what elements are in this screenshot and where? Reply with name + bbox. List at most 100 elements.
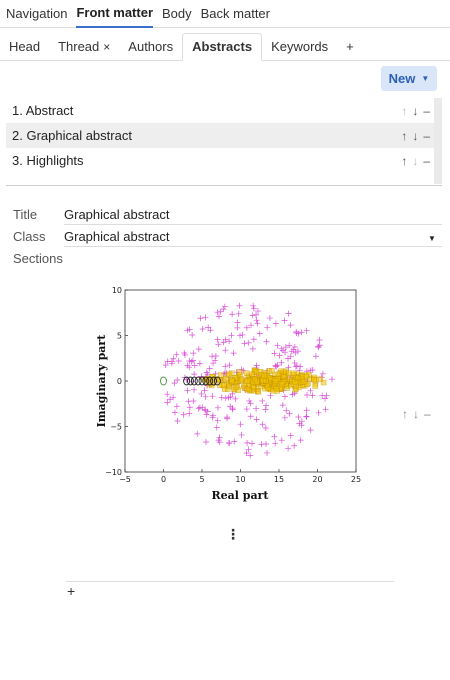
remove-icon[interactable]: – [424,407,431,421]
data-point [259,397,266,404]
data-point [239,376,245,382]
more-options-icon[interactable]: ⋮ [226,526,240,543]
subtab-thread[interactable]: Thread × [49,34,119,60]
data-point [229,378,235,384]
data-point [203,438,210,445]
data-point [271,433,278,440]
x-tick-label: 25 [351,475,361,484]
data-point [286,410,293,417]
data-point [292,379,298,385]
list-item[interactable]: 3. Highlights ↑ ↓ – [6,148,434,173]
data-point [214,336,221,343]
y-tick-label: 5 [117,332,122,341]
data-point [272,440,279,447]
data-point [236,332,243,339]
data-point [262,424,269,431]
move-up-icon[interactable]: ↑ [401,129,407,143]
data-point [229,311,236,318]
data-point [281,414,288,421]
y-tick-label: −10 [105,468,122,477]
x-tick-label: 0 [161,475,166,484]
data-point [226,371,233,377]
data-point [315,409,322,416]
data-point [215,341,222,348]
remove-icon[interactable]: – [423,154,430,168]
data-point [311,377,317,383]
list-item[interactable]: 2. Graphical abstract ↑ ↓ – [6,123,434,148]
add-tab-icon[interactable]: + [337,34,363,60]
y-axis-label: Imaginary part [96,334,108,428]
data-point [218,394,225,401]
class-select[interactable]: Graphical abstract [64,229,170,244]
abstract-list-scrollbar[interactable] [434,98,442,184]
data-point [253,416,260,423]
section-controls: ↑ ↓ – [402,407,431,421]
data-point [190,376,198,386]
data-point [256,330,263,337]
data-point [303,413,310,420]
data-point [215,313,222,320]
add-section-button[interactable]: + [67,583,75,599]
x-tick-label: 5 [199,475,204,484]
data-point [250,302,257,309]
data-point [275,371,282,378]
remove-icon[interactable]: – [423,104,430,118]
tab-front-matter[interactable]: Front matter [76,0,153,28]
subtab-keywords[interactable]: Keywords [262,34,337,60]
data-point [239,331,246,338]
data-point [263,402,270,409]
move-down-icon[interactable]: ↓ [412,104,418,118]
subtab-head[interactable]: Head [0,34,49,60]
data-point [202,314,209,321]
move-up-icon[interactable]: ↑ [401,154,407,168]
data-point [261,373,267,380]
data-point [303,391,310,398]
tab-body[interactable]: Body [162,1,192,27]
class-underline [64,246,442,247]
list-item-label: 1. Abstract [12,103,74,118]
data-point [191,362,198,369]
data-point [186,410,193,417]
sections-underline [66,581,394,582]
data-point [173,403,180,410]
tab-back-matter[interactable]: Back matter [201,1,270,27]
subtab-abstracts[interactable]: Abstracts [182,33,263,61]
data-point [214,404,221,411]
move-down-icon[interactable]: ↓ [413,407,419,421]
new-abstract-button[interactable]: New ▼ [381,66,437,91]
data-point [250,305,257,312]
data-point [303,327,310,334]
remove-icon[interactable]: – [423,129,430,143]
data-point [267,392,274,399]
data-point [229,406,236,413]
move-down-icon[interactable]: ↓ [412,154,418,168]
data-point [164,399,171,406]
row-controls: ↑ ↓ – [401,98,430,123]
move-up-icon[interactable]: ↑ [402,407,408,421]
data-point [236,302,243,309]
title-field[interactable]: Graphical abstract [64,207,170,222]
move-down-icon[interactable]: ↓ [412,129,418,143]
data-point [315,343,322,350]
data-point [220,306,227,313]
data-point [225,439,232,446]
data-point [223,376,229,382]
data-point [287,322,294,329]
data-point [196,360,203,367]
subtab-authors[interactable]: Authors [119,34,182,60]
list-item-label: 2. Graphical abstract [12,128,132,143]
data-point [303,373,310,380]
data-point [259,421,266,428]
abstract-list: 1. Abstract ↑ ↓ – 2. Graphical abstract … [6,98,434,173]
close-icon[interactable]: × [103,40,110,54]
data-point [198,390,205,397]
data-point [180,411,187,418]
chevron-down-icon[interactable]: ▼ [428,234,436,243]
tab-navigation[interactable]: Navigation [6,1,67,27]
data-point [297,437,304,444]
data-point [206,365,213,372]
move-up-icon[interactable]: ↑ [401,104,407,118]
list-item[interactable]: 1. Abstract ↑ ↓ – [6,98,434,123]
data-point [213,424,220,431]
chevron-down-icon: ▼ [421,74,430,83]
